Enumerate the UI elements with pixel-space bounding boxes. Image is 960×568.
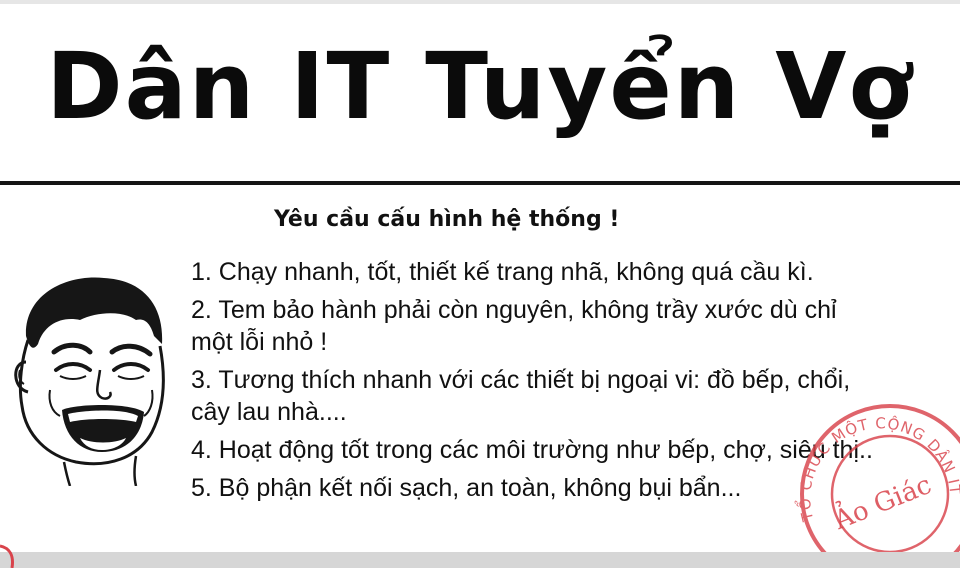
list-item: 2. Tem bảo hành phải còn nguyên, không t…: [191, 294, 951, 358]
requirement-line: 2. Tem bảo hành phải còn nguyên, không t…: [191, 296, 837, 324]
list-item: 1. Chạy nhanh, tốt, thiết kế trang nhã, …: [191, 256, 951, 288]
requirement-line: 3. Tương thích nhanh với các thiết bị ng…: [191, 366, 851, 394]
header-divider: [0, 181, 960, 185]
page-title: Dân IT Tuyển Vợ: [46, 33, 914, 140]
requirement-line-continued: một lỗi nhỏ !: [191, 328, 328, 356]
stamp-seal-icon: TỔ CHỨC MỘT CỘNG DÂN IT ĐA: [790, 394, 960, 564]
bottom-strip: [0, 552, 960, 568]
corner-mark-icon: [0, 544, 14, 568]
laughing-meme-face-icon: [14, 277, 165, 486]
requirement-line: 1. Chạy nhanh, tốt, thiết kế trang nhã, …: [191, 258, 814, 286]
top-strip: [0, 0, 960, 4]
section-subtitle: Yêu cầu cấu hình hệ thống !: [274, 207, 620, 232]
